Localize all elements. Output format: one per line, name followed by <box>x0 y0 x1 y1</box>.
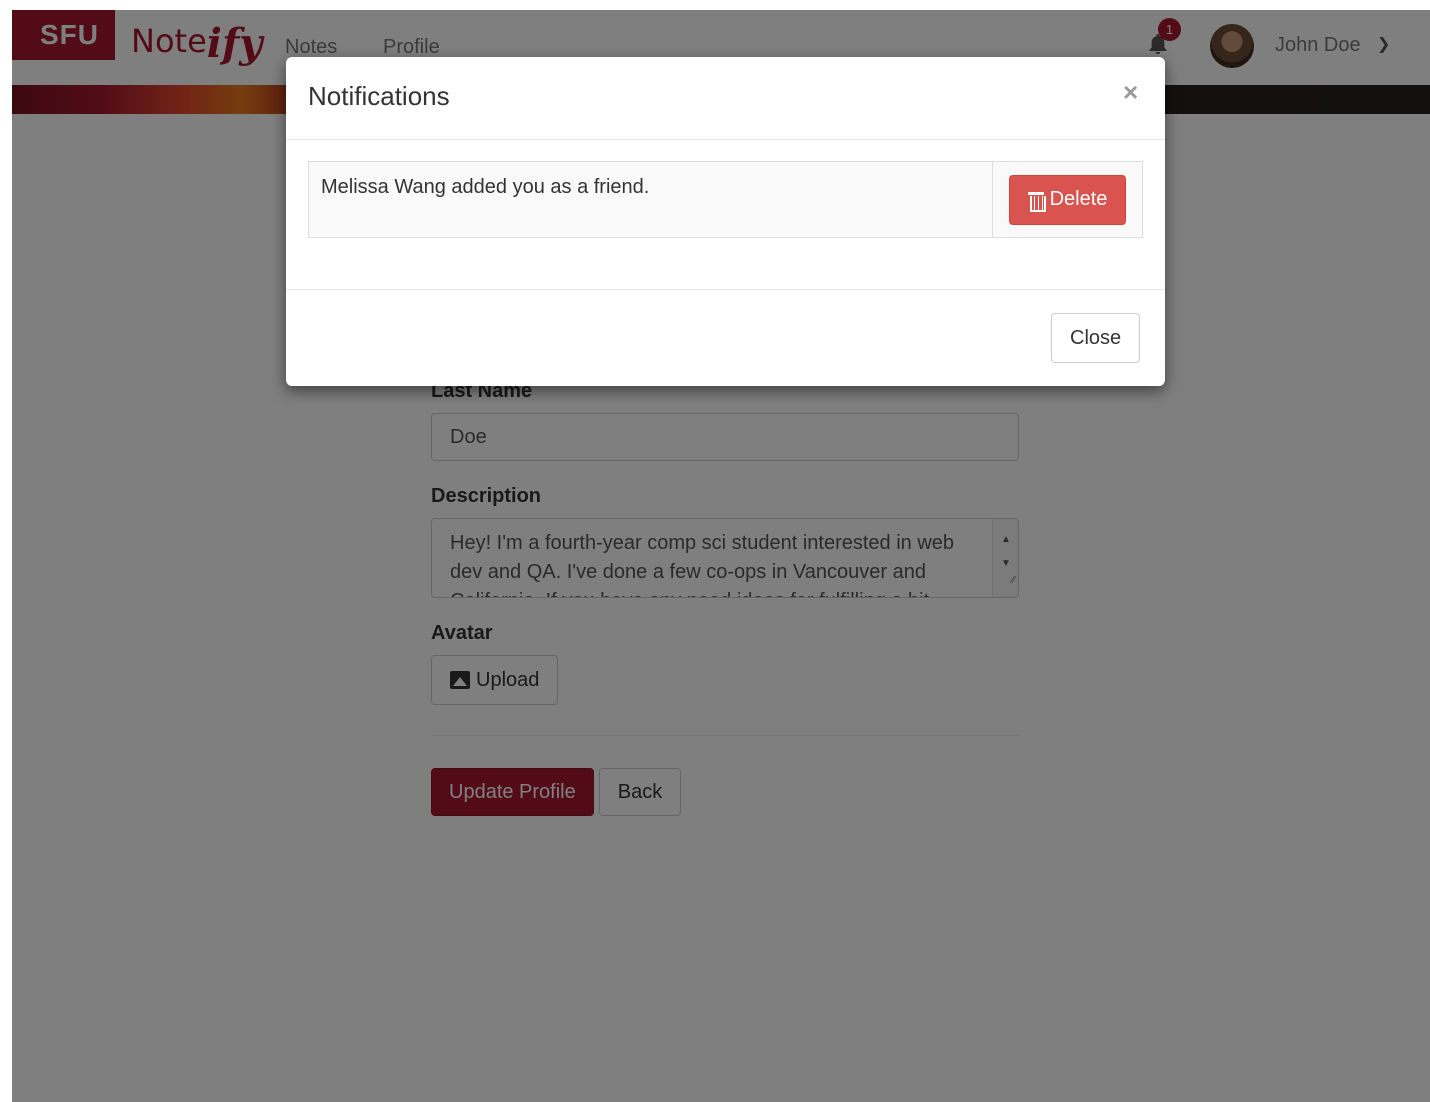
modal-body: Melissa Wang added you as a friend. Dele… <box>286 140 1165 290</box>
delete-notification-button[interactable]: Delete <box>1008 174 1127 225</box>
modal-footer: Close <box>286 290 1165 385</box>
notifications-modal: Notifications × Melissa Wang added you a… <box>286 57 1165 386</box>
modal-title: Notifications <box>308 81 450 111</box>
close-icon[interactable]: × <box>1123 77 1138 108</box>
page: SFU Note ify Notes Profile 1 John Doe ❯ … <box>12 10 1430 1102</box>
close-button[interactable]: Close <box>1051 313 1141 363</box>
modal-header: Notifications × <box>286 57 1165 140</box>
trash-icon <box>1027 190 1046 212</box>
notification-message: Melissa Wang added you as a friend. <box>321 176 650 198</box>
notification-row: Melissa Wang added you as a friend. Dele… <box>308 161 1143 238</box>
delete-label: Delete <box>1049 188 1108 210</box>
notification-actions: Delete <box>992 162 1142 237</box>
